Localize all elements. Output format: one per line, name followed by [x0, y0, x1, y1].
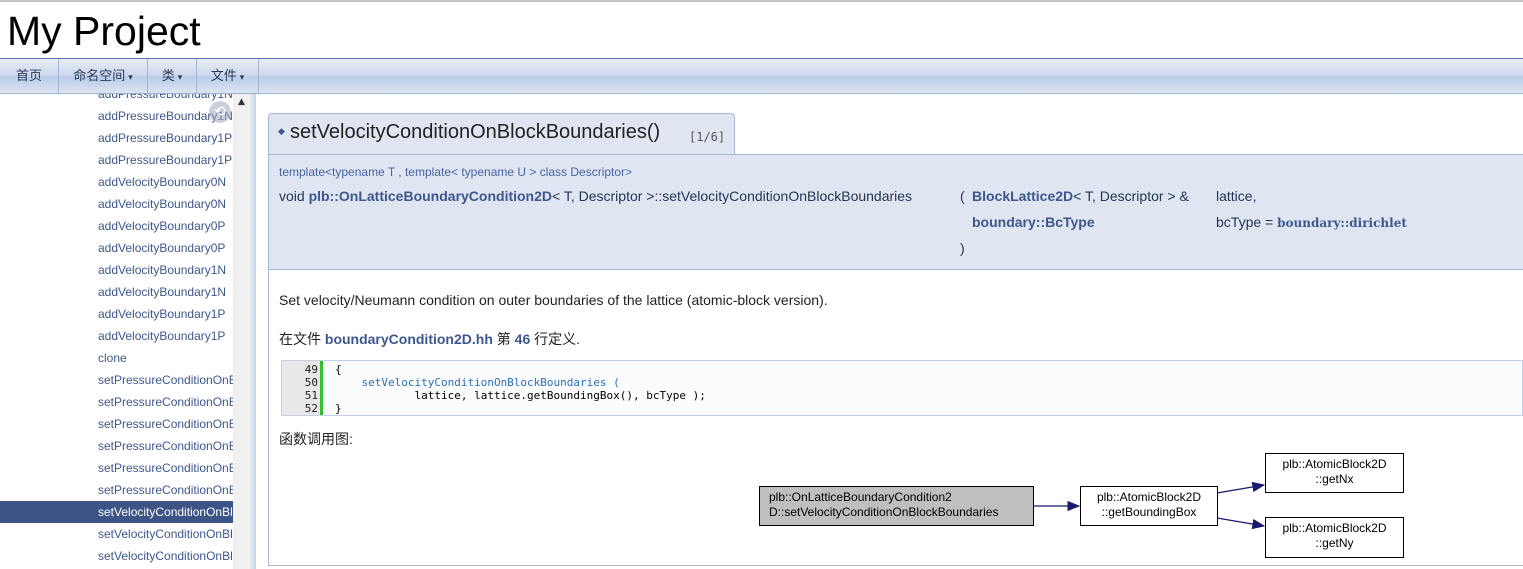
call-edge-3 [1216, 517, 1266, 530]
graph-node-line: plb::AtomicBlock2D [1096, 490, 1202, 504]
graph-node-line: ::getBoundingBox [1101, 505, 1197, 519]
call-edge-2 [1216, 481, 1266, 494]
nav-home[interactable]: 首页 [0, 59, 59, 93]
sidebar-item[interactable]: setVelocityConditionOnBlockBoundaries [0, 501, 233, 523]
sidebar-item[interactable]: addPressureBoundary1P [0, 149, 233, 171]
nav-files[interactable]: 文件 ▾ [197, 59, 259, 93]
sidebar-item[interactable]: addVelocityBoundary1N [0, 281, 233, 303]
sidebar-item[interactable]: setPressureConditionOnBlockBoundaries [0, 391, 233, 413]
graph-node-getboundingbox[interactable]: plb::AtomicBlock2D ::getBoundingBox [1080, 486, 1218, 526]
sync-icon[interactable]: ⟲ [209, 101, 231, 123]
sidebar-item[interactable]: addVelocityBoundary1P [0, 325, 233, 347]
chevron-down-icon: ▾ [128, 72, 133, 82]
nav-classes[interactable]: 类 ▾ [148, 59, 197, 93]
sidebar-item[interactable]: addPressureBoundary1P [0, 127, 233, 149]
nav-files-label: 文件 [210, 68, 237, 83]
sidebar-scrollbar[interactable]: ▲ [233, 94, 250, 569]
sidebar-item[interactable]: setPressureConditionOnBlockBoundaries [0, 435, 233, 457]
graph-node-line: ::getNx [1315, 472, 1354, 486]
sidebar-item[interactable]: addPressureBoundary1N [0, 94, 233, 105]
graph-node-current: plb::OnLatticeBoundaryCondition2 D::setV… [759, 486, 1034, 526]
sidebar-item[interactable]: addVelocityBoundary1P [0, 303, 233, 325]
sidebar-item[interactable]: setVelocityConditionOnBlockBoundaries [0, 523, 233, 545]
nav-home-label: 首页 [15, 68, 42, 83]
chevron-down-icon: ▾ [177, 72, 183, 82]
graph-node-line: D::setVelocityConditionOnBlockBoundaries [769, 505, 999, 519]
sidebar-item[interactable]: addVelocityBoundary0N [0, 171, 233, 193]
sidebar-item[interactable]: setVelocityConditionOnBlockBoundaries [0, 545, 233, 567]
sidebar-item[interactable]: clone [0, 347, 233, 369]
project-name: My Project [7, 8, 201, 54]
title-area: My Project [0, 2, 1523, 59]
sidebar-item[interactable]: setPressureConditionOnBlockBoundaries [0, 369, 233, 391]
main-nav: 首页 命名空间 ▾ 类 ▾ 文件 ▾ [0, 59, 1523, 94]
graph-node-line: ::getNy [1315, 536, 1354, 550]
graph-node-line: plb::AtomicBlock2D [1282, 521, 1387, 535]
graph-node-line: plb::OnLatticeBoundaryCondition2 [769, 490, 952, 504]
chevron-down-icon: ▾ [239, 72, 245, 82]
sidebar-item[interactable]: addVelocityBoundary1N [0, 259, 233, 281]
sidebar-item[interactable]: setPressureConditionOnBlockBoundaries [0, 413, 233, 435]
nav-namespaces-label: 命名空间 [73, 68, 126, 83]
nav-tree: addPressureBoundary1N addPressureBoundary… [0, 94, 250, 569]
graph-node-getny[interactable]: plb::AtomicBlock2D ::getNy [1265, 517, 1404, 558]
nav-namespaces[interactable]: 命名空间 ▾ [59, 59, 148, 93]
doc-content: ◆ setVelocityConditionOnBlockBoundaries(… [256, 94, 1523, 569]
sidebar-item[interactable]: setPressureConditionOnBlockBoundaries [0, 457, 233, 479]
sidebar-item[interactable]: addVelocityBoundary0N [0, 193, 233, 215]
nav-classes-label: 类 [161, 68, 175, 83]
graph-node-line: plb::AtomicBlock2D [1282, 457, 1387, 471]
sidebar-item[interactable]: setPressureConditionOnBlockBoundaries [0, 479, 233, 501]
sidebar-item[interactable]: addPressureBoundary1N [0, 105, 233, 127]
sidebar-item[interactable]: addVelocityBoundary0P [0, 215, 233, 237]
graph-node-getnx[interactable]: plb::AtomicBlock2D ::getNx [1265, 453, 1404, 493]
scroll-up-arrow-icon[interactable]: ▲ [233, 94, 250, 111]
sidebar-item[interactable]: addVelocityBoundary0P [0, 237, 233, 259]
